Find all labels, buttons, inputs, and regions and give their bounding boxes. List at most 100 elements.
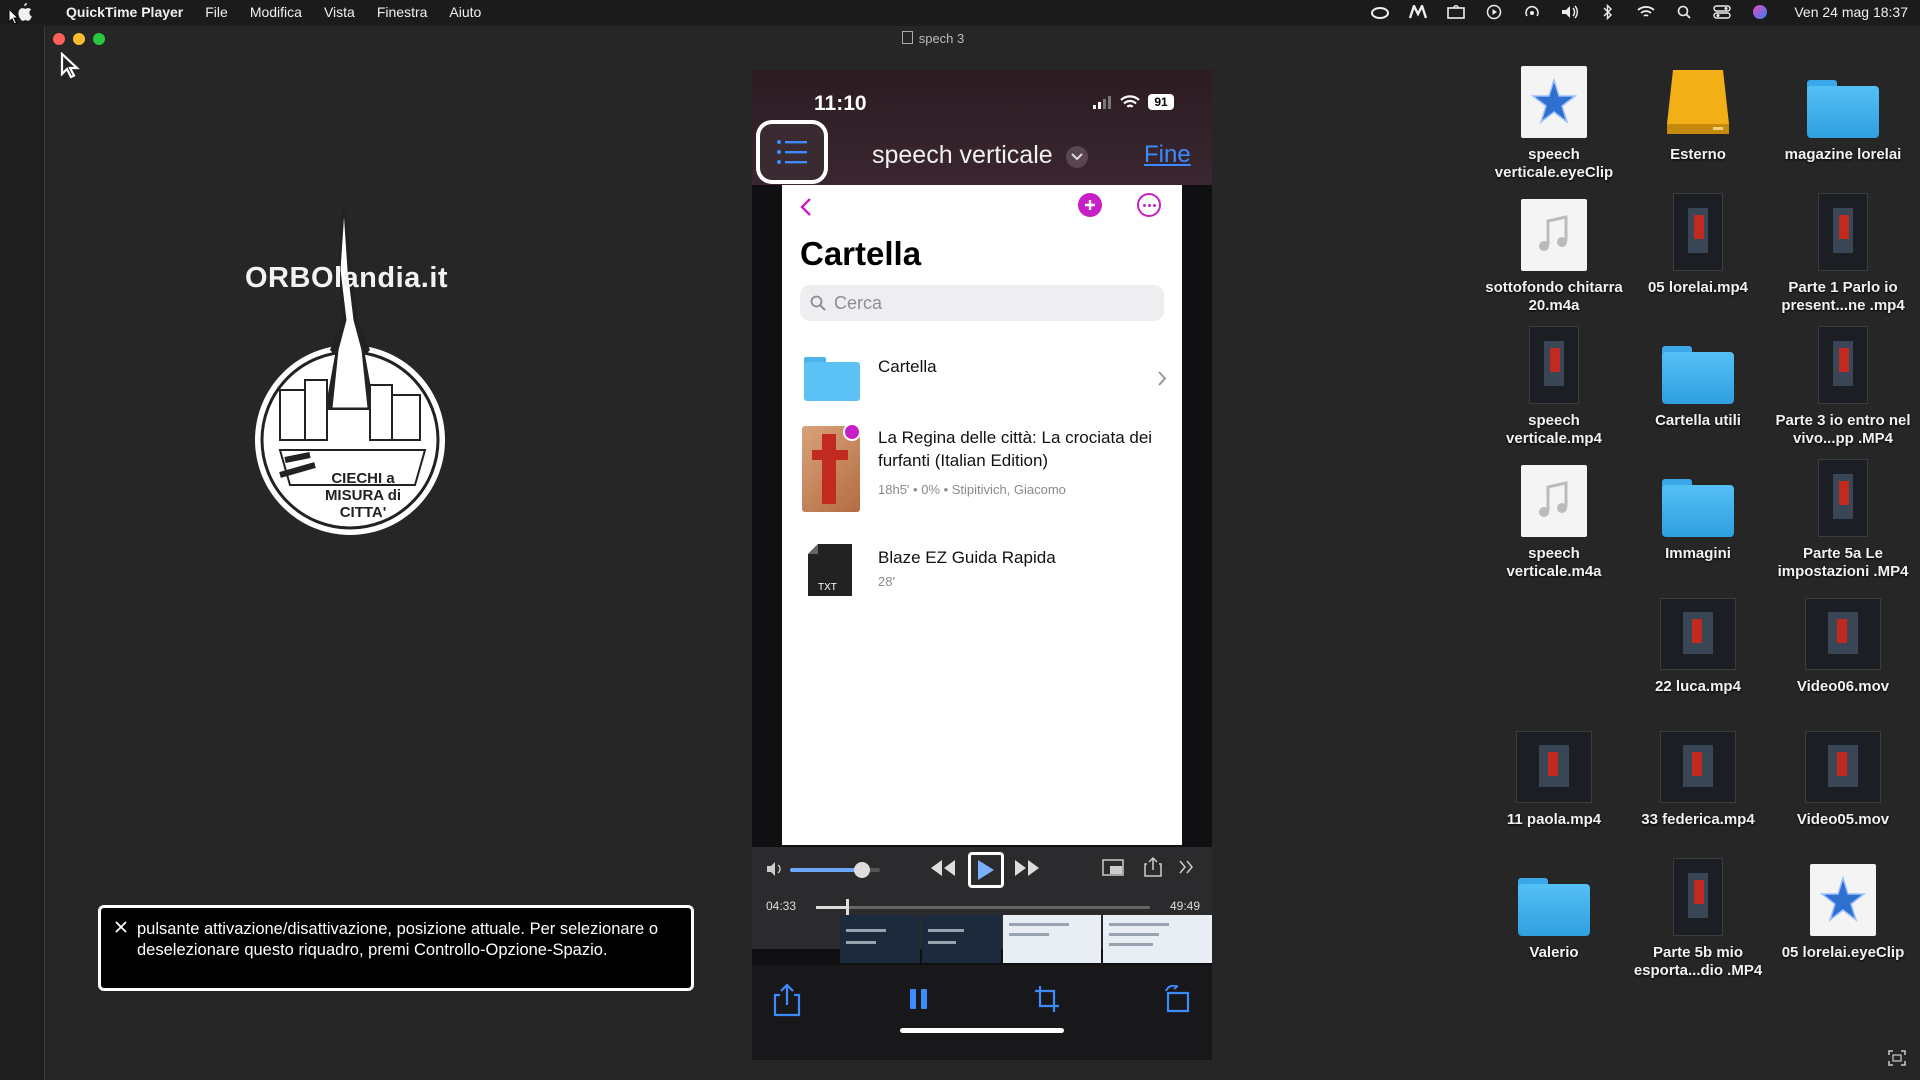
desktop-item[interactable]: Parte 5a Le impostazioni .MP4 xyxy=(1773,459,1913,581)
desktop-item[interactable]: speech verticale.mp4 xyxy=(1484,326,1624,448)
add-button[interactable] xyxy=(1078,193,1102,217)
video-file-icon xyxy=(1660,731,1736,803)
volume-slider-knob[interactable] xyxy=(854,862,870,878)
list-item-folder[interactable]: Cartella xyxy=(782,345,1182,405)
desktop-item[interactable]: Immagini xyxy=(1628,461,1768,563)
fast-forward-icon[interactable] xyxy=(1014,859,1040,877)
desktop-item[interactable]: Valerio xyxy=(1484,860,1624,962)
document-title[interactable]: speech verticale xyxy=(872,141,1053,170)
menu-file[interactable]: File xyxy=(205,4,228,20)
list-item-book[interactable]: La Regina delle città: La crociata dei f… xyxy=(782,420,1182,515)
volume-icon[interactable] xyxy=(1560,4,1580,20)
desktop-item[interactable]: Video06.mov xyxy=(1773,594,1913,696)
list-item-label: Blaze EZ Guida Rapida xyxy=(878,548,1056,567)
video-file-icon xyxy=(1805,598,1881,670)
siri-icon[interactable] xyxy=(1750,4,1770,20)
desktop-item-label: Cartella utili xyxy=(1655,412,1741,429)
menu-finestra[interactable]: Finestra xyxy=(377,4,428,20)
play-circle-icon[interactable] xyxy=(1484,4,1504,20)
desktop-item[interactable]: Parte 3 io entro nel vivo...pp .MP4 xyxy=(1773,326,1913,448)
back-chevron-icon[interactable] xyxy=(800,197,812,217)
drive-icon xyxy=(1667,70,1729,134)
desktop-item-label: 11 paola.mp4 xyxy=(1506,811,1602,828)
menu-aiuto[interactable]: Aiuto xyxy=(449,4,481,20)
desktop-item[interactable]: 05 lorelai.mp4 xyxy=(1628,193,1768,297)
thumbnail-frame xyxy=(1102,915,1212,963)
play-button[interactable] xyxy=(968,852,1004,888)
share-icon[interactable] xyxy=(772,983,802,1017)
share-icon[interactable] xyxy=(1144,857,1162,877)
desktop-item[interactable]: speech verticale.m4a xyxy=(1484,461,1624,581)
window-titlebar[interactable]: spech 3 xyxy=(45,26,1920,52)
book-progress: 0% xyxy=(921,482,940,497)
desktop-item[interactable]: 22 luca.mp4 xyxy=(1628,594,1768,696)
search-bar[interactable] xyxy=(800,285,1164,321)
folder-icon xyxy=(1662,346,1734,404)
timeline-playhead[interactable] xyxy=(846,899,850,916)
desktop-item[interactable]: 33 federica.mp4 xyxy=(1628,727,1768,829)
desktop-item[interactable]: Video05.mov xyxy=(1773,727,1913,829)
volume-slider[interactable] xyxy=(790,862,880,878)
bluetooth-icon[interactable] xyxy=(1598,4,1618,20)
menu-clock[interactable]: Ven 24 mag 18:37 xyxy=(1794,4,1908,20)
audio-file-icon xyxy=(1521,199,1587,271)
desktop-item-icon xyxy=(1773,193,1913,271)
mouse-pointer-icon xyxy=(8,8,20,25)
desktop-item[interactable]: Parte 1 Parlo io present...ne .mp4 xyxy=(1773,193,1913,315)
tray-icon[interactable] xyxy=(1446,4,1466,20)
done-button[interactable]: Fine xyxy=(1144,141,1191,169)
expand-icon[interactable] xyxy=(1888,1050,1906,1066)
menu-vista[interactable]: Vista xyxy=(324,4,355,20)
menu-modifica[interactable]: Modifica xyxy=(250,4,302,20)
pause-button[interactable] xyxy=(910,989,927,1009)
desktop-item[interactable]: sottofondo chitarra 20.m4a xyxy=(1484,195,1624,315)
close-icon[interactable] xyxy=(114,920,128,934)
rewind-icon[interactable] xyxy=(930,859,956,877)
desktop-item[interactable]: magazine lorelai xyxy=(1773,62,1913,164)
desktop-item[interactable]: Cartella utili xyxy=(1628,328,1768,430)
desktop-item-icon xyxy=(1773,62,1913,138)
video-thumbnail-strip[interactable] xyxy=(840,915,1212,963)
desktop-item[interactable]: Esterno xyxy=(1628,62,1768,164)
search-input[interactable] xyxy=(832,291,1136,315)
current-time: 04:33 xyxy=(766,899,797,913)
bottom-toolbar xyxy=(752,965,1212,1060)
control-center-icon[interactable] xyxy=(1712,4,1732,20)
rotate-icon[interactable] xyxy=(1164,985,1192,1013)
menu-app-name[interactable]: QuickTime Player xyxy=(66,4,183,20)
video-file-icon xyxy=(1818,459,1868,537)
more-options-button[interactable] xyxy=(1137,193,1161,217)
timeline-scrubber[interactable] xyxy=(816,899,1150,916)
desktop-item-icon xyxy=(1484,326,1624,404)
desktop-item-label: Parte 5b mio esporta...dio .MP4 xyxy=(1633,944,1763,979)
volume-icon[interactable] xyxy=(766,861,784,877)
crop-icon[interactable] xyxy=(1034,985,1060,1013)
sidebar-list-button[interactable] xyxy=(756,120,828,184)
desktop-item[interactable]: 05 lorelai.eyeClip xyxy=(1773,860,1913,962)
airdrop-icon[interactable] xyxy=(1522,4,1542,20)
more-controls-icon[interactable] xyxy=(1178,859,1194,875)
list-item-txt[interactable]: TXT Blaze EZ Guida Rapida 28' xyxy=(782,540,1182,610)
folder-icon xyxy=(1807,80,1879,138)
desktop-item[interactable]: 11 paola.mp4 xyxy=(1484,727,1624,829)
video-file-icon xyxy=(1516,731,1592,803)
timeline-progress xyxy=(816,906,847,909)
desktop-item[interactable]: Parte 5b mio esporta...dio .MP4 xyxy=(1628,858,1768,980)
phone-screen: 11:10 91 speech verticale Fine Cartella … xyxy=(752,70,1212,1060)
title-chevron-down-icon[interactable] xyxy=(1066,146,1088,168)
wifi-icon[interactable] xyxy=(1636,4,1656,20)
spotlight-search-icon[interactable] xyxy=(1674,4,1694,20)
desktop-item[interactable]: speech verticale.eyeClip xyxy=(1484,62,1624,182)
desktop-item-icon xyxy=(1628,858,1768,936)
book-duration: 18h5' xyxy=(878,482,910,497)
desktop-item-label: Valerio xyxy=(1529,944,1579,961)
mail-app-icon[interactable] xyxy=(1408,4,1428,20)
picture-in-picture-icon[interactable] xyxy=(1102,859,1124,877)
audio-file-icon xyxy=(1521,465,1587,537)
creative-cloud-icon[interactable] xyxy=(1370,4,1390,20)
voiceover-caption-panel[interactable]: pulsante attivazione/disattivazione, pos… xyxy=(98,905,694,991)
play-icon xyxy=(978,860,994,880)
desktop-item-label: Immagini xyxy=(1665,545,1731,562)
chevron-right-icon xyxy=(1158,371,1167,386)
desktop-item-icon xyxy=(1484,727,1624,803)
